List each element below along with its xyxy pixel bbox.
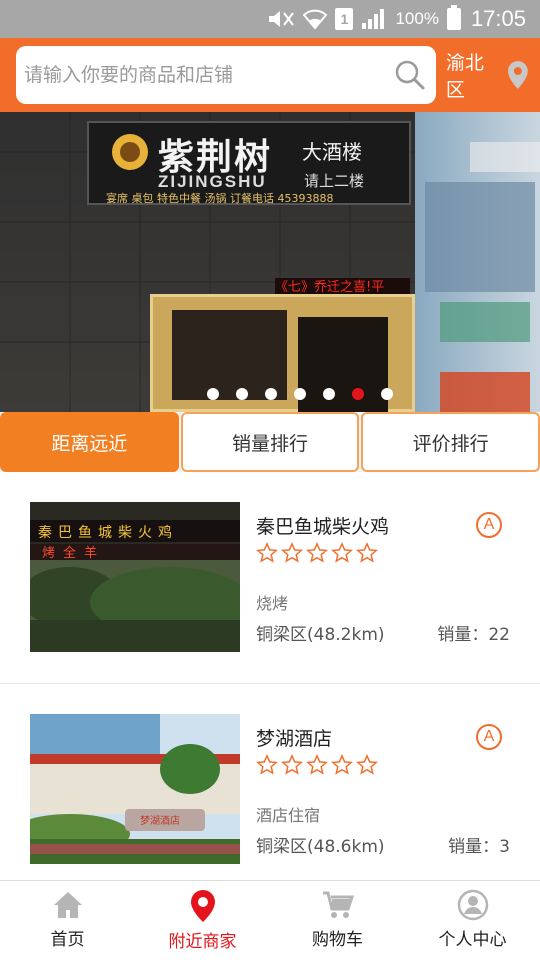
battery-percent: 100%	[395, 9, 439, 28]
star-icon	[331, 542, 353, 563]
star-icon	[356, 754, 378, 775]
banner-dot[interactable]	[381, 388, 393, 400]
sim-icon: 1	[335, 8, 354, 30]
star-icon	[256, 542, 278, 563]
thumb-sign-text: 梦湖酒店	[140, 816, 180, 827]
shop-thumbnail: 梦湖酒店	[30, 714, 240, 864]
rating-stars	[256, 754, 378, 776]
nav-cart[interactable]: 购物车	[270, 881, 405, 960]
shop-badge-icon: A	[476, 512, 502, 538]
tab-sales[interactable]: 销量排行	[180, 412, 360, 472]
location-pin-icon	[190, 890, 215, 922]
shop-sales: 销量：3	[448, 837, 510, 857]
nav-home[interactable]: 首页	[0, 881, 135, 960]
banner-door-panel	[172, 310, 287, 400]
banner-sign-pinyin: ZIJINGSHU	[158, 172, 267, 191]
banner-sign-services: 宴席 桌包 特色中餐 汤锅 订餐电话 45393888	[106, 192, 334, 205]
banner-dot-active[interactable]	[352, 388, 364, 400]
shop-name[interactable]: 秦巴鱼城柴火鸡	[256, 512, 389, 539]
banner-sign-floor: 请上二楼	[304, 172, 365, 190]
sort-tabs: 距离远近 销量排行 评价排行	[0, 412, 540, 472]
search-input[interactable]	[24, 64, 394, 86]
location-label: 渝北区	[445, 52, 484, 101]
thumb-sign-text: 秦巴鱼城柴火鸡	[38, 525, 178, 541]
banner-dot[interactable]	[207, 388, 219, 400]
star-icon	[331, 754, 353, 775]
nav-profile-label: 个人中心	[438, 930, 507, 950]
search-box[interactable]	[16, 46, 436, 104]
user-icon	[457, 889, 488, 921]
bottom-nav: 首页 附近商家 购物车 个人中心	[0, 880, 540, 960]
shop-item[interactable]: 秦巴鱼城柴火鸡 烤全羊 秦巴鱼城柴火鸡 A 烧烤 铜梁区(48.2km) 销量：…	[0, 472, 540, 684]
shop-badge-icon: A	[476, 724, 502, 750]
banner-dot[interactable]	[323, 388, 335, 400]
star-icon	[256, 754, 278, 775]
nav-nearby[interactable]: 附近商家	[135, 881, 270, 960]
shop-item[interactable]: 梦湖酒店 梦湖酒店 A 酒店住宿 铜梁区(48.6km) 销量：3	[0, 684, 540, 880]
shop-distance: 铜梁区(48.6km)	[256, 837, 385, 857]
location-pin-icon	[508, 61, 529, 89]
star-icon	[281, 542, 303, 563]
star-icon	[306, 542, 328, 563]
promo-banner[interactable]: 紫荆树 大酒楼 ZIJINGSHU 请上二楼 宴席 桌包 特色中餐 汤锅 订餐电…	[0, 112, 540, 412]
rating-stars	[256, 542, 378, 564]
status-bar: 1 100% 17:05	[0, 0, 540, 38]
shop-category: 酒店住宿	[256, 806, 321, 825]
shop-list: 秦巴鱼城柴火鸡 烤全羊 秦巴鱼城柴火鸡 A 烧烤 铜梁区(48.2km) 销量：…	[0, 472, 540, 880]
shop-sales: 销量：22	[437, 625, 510, 645]
banner-sign-sub: 大酒楼	[302, 140, 362, 164]
location-selector[interactable]: 渝北区	[446, 48, 530, 102]
battery-icon	[446, 5, 461, 30]
star-icon	[306, 754, 328, 775]
search-icon[interactable]	[394, 59, 426, 91]
nav-cart-label: 购物车	[312, 930, 363, 950]
banner-dot[interactable]	[265, 388, 277, 400]
shop-name[interactable]: 梦湖酒店	[256, 724, 332, 751]
shop-category: 烧烤	[256, 594, 289, 613]
banner-dot[interactable]	[236, 388, 248, 400]
nav-home-label: 首页	[50, 930, 85, 950]
shop-thumbnail: 秦巴鱼城柴火鸡 烤全羊	[30, 502, 240, 652]
nav-nearby-label: 附近商家	[168, 932, 237, 952]
mute-icon	[269, 11, 295, 27]
tab-distance[interactable]: 距离远近	[0, 412, 179, 472]
star-icon	[281, 754, 303, 775]
nav-profile[interactable]: 个人中心	[405, 881, 540, 960]
home-icon	[53, 892, 82, 918]
shop-distance: 铜梁区(48.2km)	[256, 625, 385, 645]
thumb-sign-text-2: 烤全羊	[42, 546, 106, 561]
clock: 17:05	[470, 6, 526, 31]
tab-rating[interactable]: 评价排行	[361, 412, 540, 472]
banner-indicator	[0, 388, 540, 400]
top-header: 渝北区	[0, 38, 540, 112]
cart-icon	[322, 891, 354, 918]
wifi-icon	[303, 9, 328, 30]
banner-dot[interactable]	[294, 388, 306, 400]
star-icon	[356, 542, 378, 563]
signal-icon	[362, 9, 385, 29]
